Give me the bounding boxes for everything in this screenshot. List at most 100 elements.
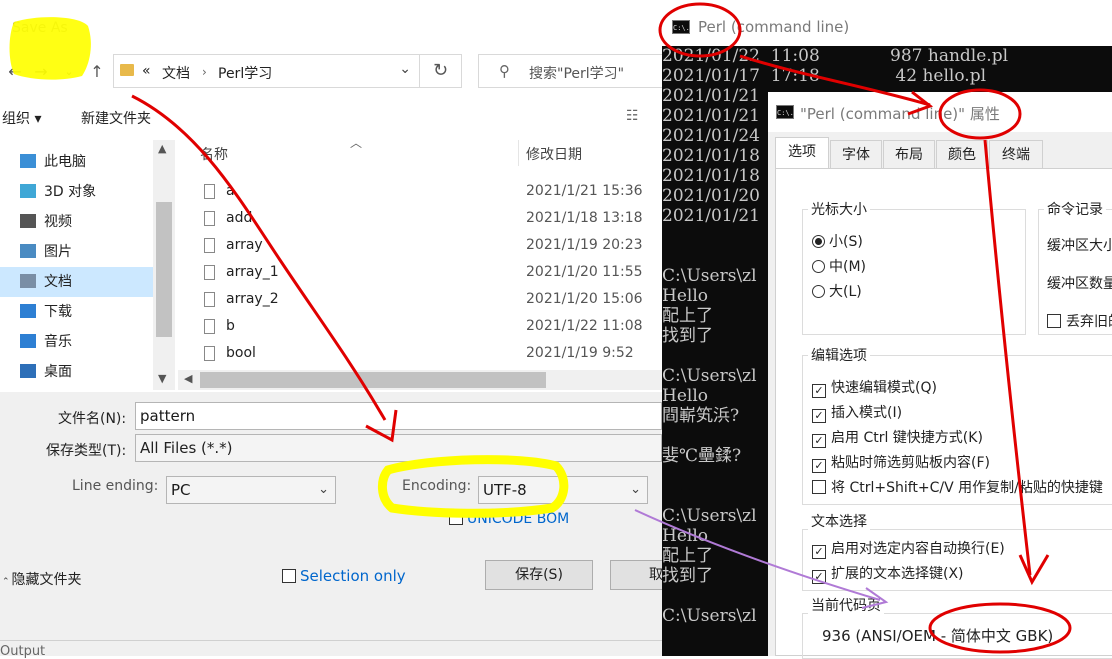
file-modified-date: 2021/1/18 13:18 — [526, 210, 643, 226]
tab-colors[interactable]: 颜色 — [936, 140, 988, 168]
breadcrumb-documents[interactable]: 文档 — [162, 63, 190, 83]
tab-options[interactable]: 选项 — [775, 137, 829, 169]
file-icon — [204, 346, 215, 361]
sidebar-item[interactable]: 桌面 — [20, 357, 155, 387]
file-row[interactable]: bool 2021/1/19 9:52 — [178, 340, 662, 367]
console-line: 2021/01/17 17:18 42 hello.pl — [662, 66, 987, 86]
nav-scrollbar[interactable]: ▲ ▼ — [153, 140, 175, 390]
radio[interactable] — [812, 260, 825, 273]
cursor-size-medium-label: 中(M) — [829, 259, 867, 275]
option-item[interactable]: ✓ 快速编辑模式(Q) — [812, 377, 937, 398]
view-options-icon[interactable]: ☷ — [626, 108, 639, 124]
file-row[interactable]: add 2021/1/18 13:18 — [178, 205, 662, 232]
save-button[interactable]: 保存(S) — [485, 560, 593, 590]
forward-arrow-icon[interactable]: → — [30, 62, 52, 82]
selection-only-checkbox[interactable] — [282, 569, 296, 583]
checkbox-checked[interactable]: ✓ — [812, 459, 826, 473]
hide-folders-toggle[interactable]: ⌃ 隐藏文件夹 — [2, 569, 82, 589]
sidebar-item[interactable]: 此电脑 — [20, 147, 155, 177]
encoding-select[interactable]: UTF-8 ⌄ — [478, 476, 648, 504]
column-divider — [518, 140, 519, 166]
sidebar-item[interactable]: 文档 — [0, 267, 153, 297]
option-item[interactable]: ✓ 扩展的文本选择键(X) — [812, 563, 964, 584]
options-panel: 光标大小 小(S) 中(M) 大(L) 命令记录 缓冲区大小 缓冲区数量 丢弃旧… — [775, 168, 1112, 659]
breadcrumb-separator-icon: › — [202, 65, 207, 79]
option-item[interactable]: ✓ 插入模式(I) — [812, 402, 902, 423]
option-item[interactable]: ✓ 启用对选定内容自动换行(E) — [812, 538, 1005, 559]
discard-old-checkbox[interactable] — [1047, 314, 1061, 328]
up-arrow-icon[interactable]: ↑ — [86, 62, 108, 82]
file-row[interactable]: array_2 2021/1/20 15:06 — [178, 286, 662, 313]
scroll-thumb[interactable] — [156, 202, 172, 337]
cancel-button[interactable]: 取 — [610, 560, 670, 590]
search-box[interactable]: ⚲ 搜索"Perl学习" — [478, 54, 668, 88]
option-item[interactable]: ✓ 粘贴时筛选剪贴板内容(F) — [812, 452, 990, 473]
tab-layout[interactable]: 布局 — [883, 140, 935, 168]
option-label: 启用 Ctrl 键快捷方式(K) — [831, 430, 983, 446]
output-tab[interactable]: Output — [0, 644, 45, 659]
download-icon — [20, 304, 36, 318]
unicode-bom-checkbox[interactable] — [449, 511, 463, 525]
organize-menu[interactable]: 组织 ▾ — [2, 108, 41, 128]
checkbox-checked[interactable]: ✓ — [812, 434, 826, 448]
option-item[interactable]: ✓ 启用 Ctrl 键快捷方式(K) — [812, 427, 983, 448]
scroll-up-icon[interactable]: ▲ — [158, 142, 166, 155]
scroll-left-icon[interactable]: ◀ — [184, 372, 192, 385]
console-line: 配上了 — [662, 546, 713, 566]
sidebar-item[interactable]: 图片 — [20, 237, 155, 267]
file-row[interactable]: b 2021/1/22 11:08 — [178, 313, 662, 340]
breadcrumb-overflow[interactable]: « — [142, 63, 151, 79]
tab-font[interactable]: 字体 — [830, 140, 882, 168]
discard-old-option[interactable]: 丢弃旧的 — [1047, 311, 1112, 331]
chevron-down-icon: ⌄ — [630, 482, 641, 497]
checkbox-unchecked[interactable] — [812, 480, 826, 494]
console-app-icon: C:\. — [776, 105, 794, 119]
checkbox-checked[interactable]: ✓ — [812, 545, 826, 559]
cursor-size-small[interactable]: 小(S) — [812, 231, 863, 251]
cursor-size-medium[interactable]: 中(M) — [812, 256, 866, 276]
properties-titlebar[interactable]: C:\. "Perl (command line)" 属性 — [768, 92, 1112, 132]
option-label: 粘贴时筛选剪贴板内容(F) — [831, 455, 990, 471]
column-header-modified[interactable]: 修改日期 — [526, 144, 582, 164]
horizontal-scroll-thumb[interactable] — [200, 372, 546, 388]
breadcrumb-perl[interactable]: Perl学习 — [218, 63, 272, 83]
console-titlebar[interactable]: C:\. Perl (command line) — [662, 0, 1112, 46]
checkbox-checked[interactable]: ✓ — [812, 570, 826, 584]
file-row[interactable]: a 2021/1/21 15:36 — [178, 178, 662, 205]
scroll-down-icon[interactable]: ▼ — [158, 372, 166, 385]
line-ending-select[interactable]: PC ⌄ — [166, 476, 336, 504]
sidebar-item[interactable]: 下载 — [20, 297, 155, 327]
history-dropdown-icon[interactable]: ⌄ — [58, 62, 80, 82]
filetype-select[interactable]: All Files (*.*) — [135, 434, 662, 462]
column-header-name[interactable]: 名称 — [200, 144, 228, 164]
file-row[interactable]: array_1 2021/1/20 11:55 — [178, 259, 662, 286]
desktop-icon — [20, 364, 36, 378]
selection-only-option[interactable]: Selection only — [282, 567, 406, 585]
tab-terminal[interactable]: 终端 — [989, 140, 1043, 168]
console-line: 閰嶄笂浜? — [662, 406, 740, 426]
sidebar-item[interactable]: 音乐 — [20, 327, 155, 357]
console-line: 2021/01/21 — [662, 86, 760, 106]
picture-icon — [20, 244, 36, 258]
console-app-icon: C:\. — [672, 20, 690, 34]
address-dropdown-icon[interactable]: ⌄ — [399, 61, 411, 77]
cursor-size-large[interactable]: 大(L) — [812, 281, 862, 301]
new-folder-button[interactable]: 新建文件夹 — [81, 108, 151, 128]
refresh-button[interactable]: ↻ — [420, 54, 462, 88]
checkbox-checked[interactable]: ✓ — [812, 409, 826, 423]
file-icon — [204, 211, 215, 226]
console-line: Hello — [662, 386, 708, 406]
unicode-bom-option[interactable]: UNICODE BOM — [449, 511, 569, 527]
horizontal-scrollbar[interactable]: ◀ — [178, 370, 662, 390]
sidebar-item[interactable]: 3D 对象 — [20, 177, 155, 207]
filename-input[interactable]: pattern — [135, 402, 662, 430]
radio[interactable] — [812, 285, 825, 298]
file-modified-date: 2021/1/20 15:06 — [526, 291, 643, 307]
back-arrow-icon[interactable]: ← — [4, 62, 26, 82]
address-bar[interactable]: « 文档 › Perl学习 ⌄ — [113, 54, 420, 88]
option-item[interactable]: 将 Ctrl+Shift+C/V 用作复制/粘贴的快捷键 — [812, 477, 1103, 497]
radio-selected[interactable] — [812, 235, 825, 248]
checkbox-checked[interactable]: ✓ — [812, 384, 826, 398]
file-row[interactable]: array 2021/1/19 20:23 — [178, 232, 662, 259]
sidebar-item[interactable]: 视频 — [20, 207, 155, 237]
